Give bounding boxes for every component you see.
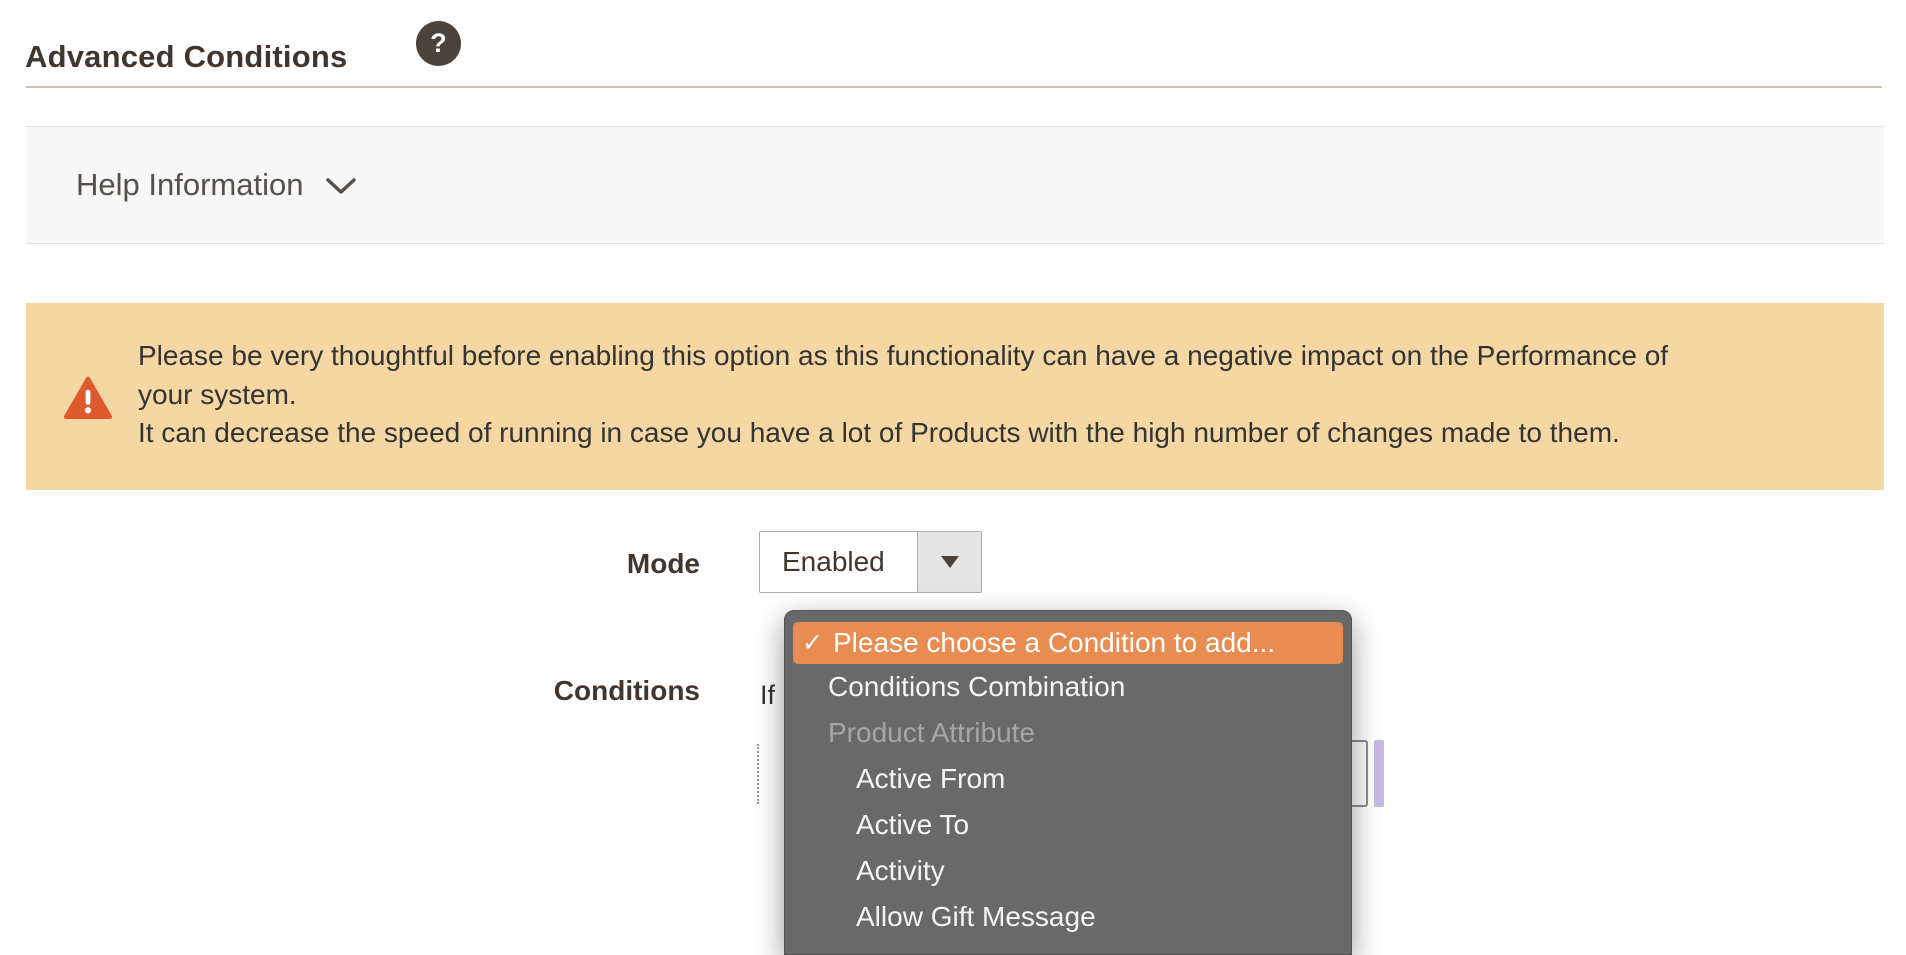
- dropdown-option-conditions-combination[interactable]: Conditions Combination: [785, 664, 1351, 710]
- dropdown-option-selected[interactable]: ✓ Please choose a Condition to add...: [793, 622, 1343, 664]
- warning-line-3: It can decrease the speed of running in …: [138, 414, 1824, 453]
- chevron-down-icon: [325, 177, 357, 201]
- help-question-icon[interactable]: ?: [416, 21, 461, 66]
- mode-label: Mode: [400, 548, 700, 580]
- dropdown-option-active-to[interactable]: Active To: [785, 802, 1351, 848]
- condition-dropdown-menu: ✓ Please choose a Condition to add... Co…: [784, 610, 1352, 955]
- mode-select-arrow-button[interactable]: [917, 532, 981, 592]
- help-information-label: Help Information: [76, 167, 303, 203]
- help-information-section[interactable]: Help Information: [26, 126, 1884, 244]
- checkmark-icon: ✓: [802, 628, 826, 658]
- conditions-tree-dotted-edge: [757, 744, 759, 804]
- text-caret-bar: [1374, 740, 1384, 807]
- dropdown-option-label: Please choose a Condition to add...: [833, 627, 1275, 659]
- triangle-down-icon: [941, 556, 959, 568]
- warning-message-box: Please be very thoughtful before enablin…: [26, 303, 1884, 490]
- page-title: Advanced Conditions: [25, 39, 347, 75]
- dropdown-option-active-from[interactable]: Active From: [785, 756, 1351, 802]
- warning-line-2: your system.: [138, 376, 1824, 415]
- dropdown-option-allow-gift-message[interactable]: Allow Gift Message: [785, 894, 1351, 940]
- title-divider: [26, 86, 1882, 88]
- warning-message-text: Please be very thoughtful before enablin…: [138, 337, 1824, 453]
- mode-select[interactable]: Enabled: [759, 531, 982, 593]
- mode-select-value: Enabled: [760, 532, 917, 592]
- conditions-if-prefix: If: [760, 680, 775, 711]
- dropdown-option-activity[interactable]: Activity: [785, 848, 1351, 894]
- warning-triangle-icon: [63, 376, 113, 425]
- dropdown-group-product-attribute: Product Attribute: [785, 710, 1351, 756]
- conditions-label: Conditions: [400, 675, 700, 707]
- warning-line-1: Please be very thoughtful before enablin…: [138, 337, 1824, 376]
